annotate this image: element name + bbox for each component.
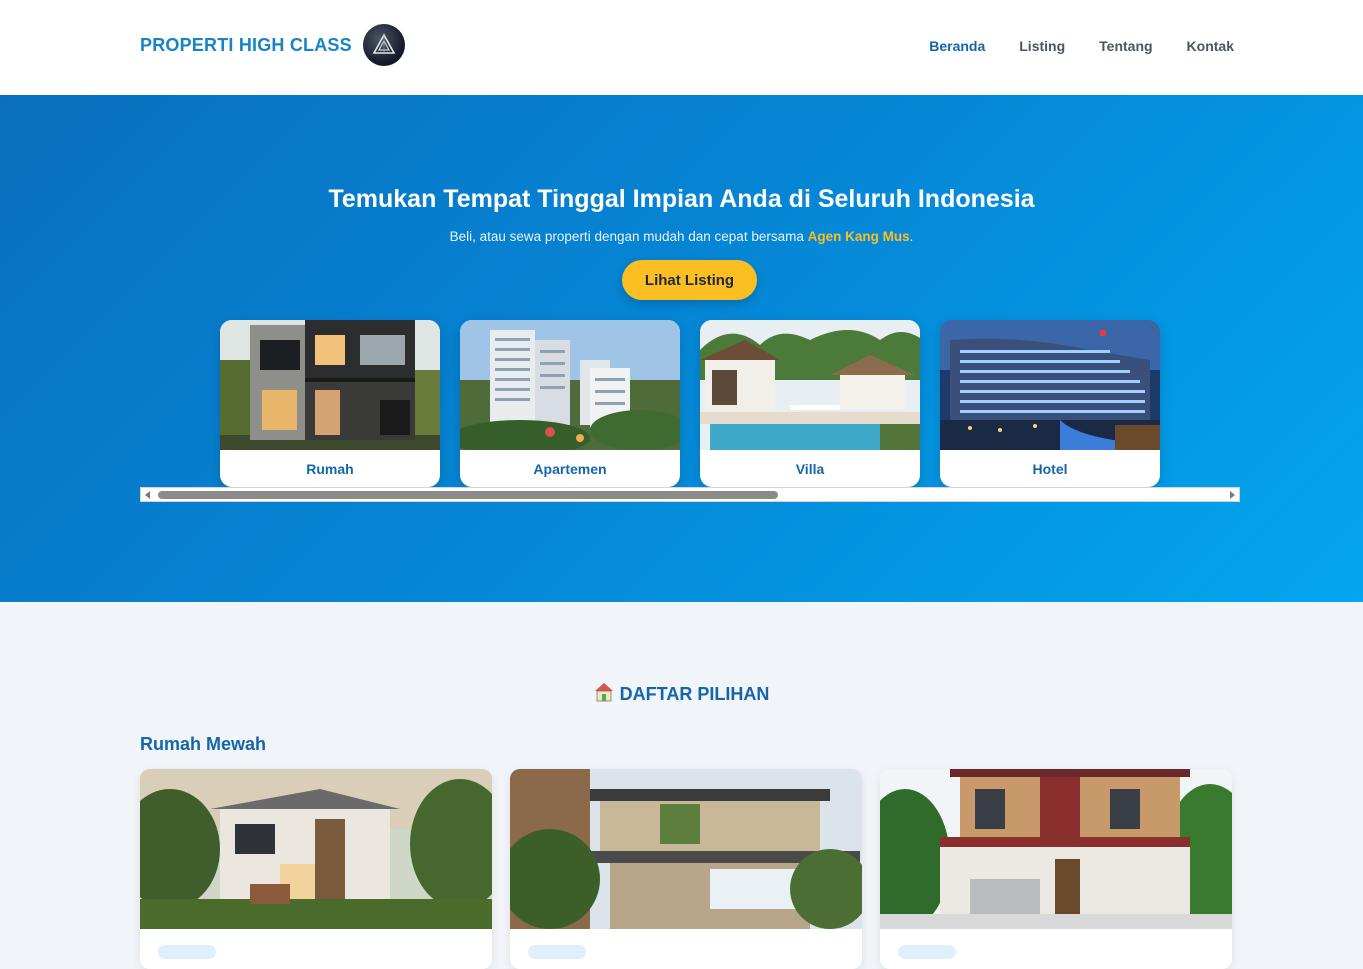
- nav-listing[interactable]: Listing: [1019, 38, 1065, 54]
- hero-subtitle: Beli, atau sewa properti dengan mudah da…: [0, 229, 1363, 244]
- category-label-hotel: Hotel: [1032, 460, 1068, 477]
- hero-title: Temukan Tempat Tinggal Impian Anda di Se…: [328, 185, 1035, 213]
- carousel-scrollbar[interactable]: [140, 487, 1240, 502]
- category-label-villa: Villa: [795, 460, 825, 477]
- listing-card[interactable]: [880, 769, 1232, 969]
- category-carousel: Rumah Apartemen Villa Hotel: [220, 320, 1160, 487]
- brand-name[interactable]: PROPERTI HIGH CLASS: [140, 35, 352, 56]
- category-label-rumah: Rumah: [306, 460, 354, 477]
- red-brick-house-photo: [880, 769, 1232, 929]
- modern-house-photo: [220, 320, 440, 450]
- hero-section: Temukan Tempat Tinggal Impian Anda di Se…: [0, 95, 1363, 602]
- listing-tag: [158, 945, 216, 959]
- nav-tentang[interactable]: Tentang: [1099, 38, 1152, 54]
- two-story-house-photo: [140, 769, 492, 929]
- scroll-left-arrow-icon[interactable]: [145, 491, 150, 499]
- section-title: DAFTAR PILIHAN: [0, 682, 1363, 707]
- nav-kontak[interactable]: Kontak: [1187, 38, 1234, 54]
- listing-tag: [528, 945, 586, 959]
- main-nav: Beranda Listing Tentang Kontak: [929, 38, 1234, 54]
- house-icon: [594, 682, 614, 707]
- category-card-villa[interactable]: Villa: [700, 320, 920, 487]
- agent-name: Agen Kang Mus: [807, 229, 910, 244]
- brand[interactable]: PROPERTI HIGH CLASS: [140, 24, 405, 66]
- brand-logo-icon[interactable]: [362, 24, 405, 66]
- apartment-towers-photo: [460, 320, 680, 450]
- site-header: PROPERTI HIGH CLASS Beranda Listing Tent…: [0, 0, 1363, 95]
- category-card-hotel[interactable]: Hotel: [940, 320, 1160, 487]
- category-card-apartemen[interactable]: Apartemen: [460, 320, 680, 487]
- hero-subtitle-end: .: [909, 229, 914, 244]
- villa-pool-photo: [700, 320, 920, 450]
- lihat-listing-button[interactable]: Lihat Listing: [622, 260, 757, 300]
- scrollbar-thumb[interactable]: [158, 491, 778, 499]
- listing-card[interactable]: [140, 769, 492, 969]
- nav-beranda[interactable]: Beranda: [929, 38, 985, 54]
- category-label-apartemen: Apartemen: [533, 460, 607, 477]
- section-title-text: DAFTAR PILIHAN: [619, 684, 770, 704]
- luxury-modern-house-photo: [510, 769, 862, 929]
- category-title: Rumah Mewah: [140, 734, 267, 754]
- listing-tag: [898, 945, 956, 959]
- hero-subtitle-text: Beli, atau sewa properti dengan mudah da…: [449, 229, 808, 244]
- hotel-night-photo: [940, 320, 1160, 450]
- category-card-rumah[interactable]: Rumah: [220, 320, 440, 487]
- scroll-right-arrow-icon[interactable]: [1230, 491, 1235, 499]
- listing-card[interactable]: [510, 769, 862, 969]
